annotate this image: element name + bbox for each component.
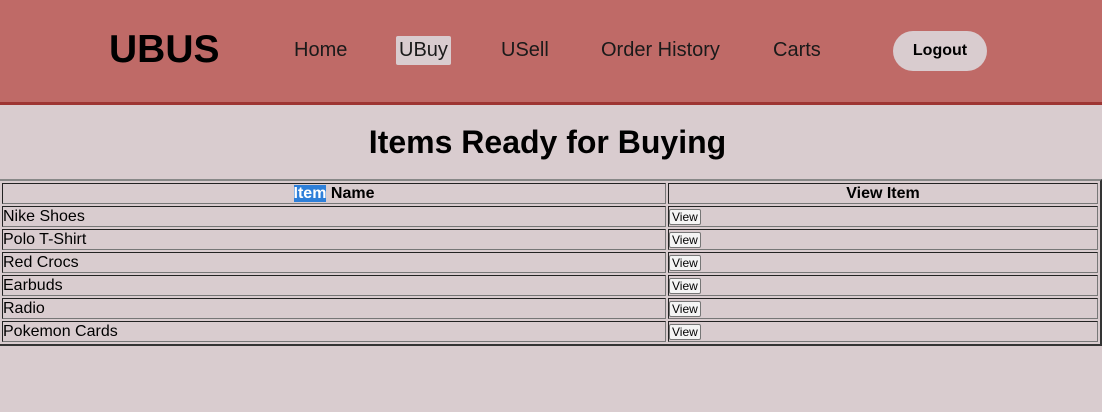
table-row: Radio View xyxy=(2,298,1098,319)
top-navbar: UBUS Home UBuy USell Order History Carts… xyxy=(0,0,1102,105)
table-row: Nike Shoes View xyxy=(2,206,1098,227)
table-row: Polo T-Shirt View xyxy=(2,229,1098,250)
view-cell: View xyxy=(668,252,1098,273)
nav-carts-link[interactable]: Carts xyxy=(773,36,821,65)
table-header-row: Item Name View Item xyxy=(2,183,1098,204)
item-name-cell: Pokemon Cards xyxy=(2,321,666,342)
nav-usell-link[interactable]: USell xyxy=(501,36,549,65)
view-cell: View xyxy=(668,298,1098,319)
view-item-button[interactable]: View xyxy=(669,254,701,271)
view-item-button[interactable]: View xyxy=(669,323,701,340)
column-header-text: Name xyxy=(326,185,375,202)
table-row: Pokemon Cards View xyxy=(2,321,1098,342)
logout-button[interactable]: Logout xyxy=(893,31,987,71)
item-name-cell: Red Crocs xyxy=(2,252,666,273)
nav-home-link[interactable]: Home xyxy=(294,36,347,65)
item-name-cell: Nike Shoes xyxy=(2,206,666,227)
nav-order-history-link[interactable]: Order History xyxy=(601,36,720,65)
item-name-cell: Polo T-Shirt xyxy=(2,229,666,250)
table-row: Earbuds View xyxy=(2,275,1098,296)
nav-ubuy-link[interactable]: UBuy xyxy=(396,36,451,65)
view-item-column-header: View Item xyxy=(668,183,1098,204)
site-logo: UBUS xyxy=(109,28,220,71)
view-item-button[interactable]: View xyxy=(669,277,701,294)
view-cell: View xyxy=(668,206,1098,227)
item-name-column-header: Item Name xyxy=(2,183,666,204)
view-item-button[interactable]: View xyxy=(669,231,701,248)
selected-text: Item xyxy=(293,185,327,202)
items-table: Item Name View Item Nike Shoes View Polo… xyxy=(0,179,1102,346)
view-item-button[interactable]: View xyxy=(669,300,701,317)
view-cell: View xyxy=(668,229,1098,250)
view-cell: View xyxy=(668,275,1098,296)
table-row: Red Crocs View xyxy=(2,252,1098,273)
item-name-cell: Earbuds xyxy=(2,275,666,296)
item-name-cell: Radio xyxy=(2,298,666,319)
view-cell: View xyxy=(668,321,1098,342)
page-title: Items Ready for Buying xyxy=(368,124,727,160)
view-item-button[interactable]: View xyxy=(669,208,701,225)
